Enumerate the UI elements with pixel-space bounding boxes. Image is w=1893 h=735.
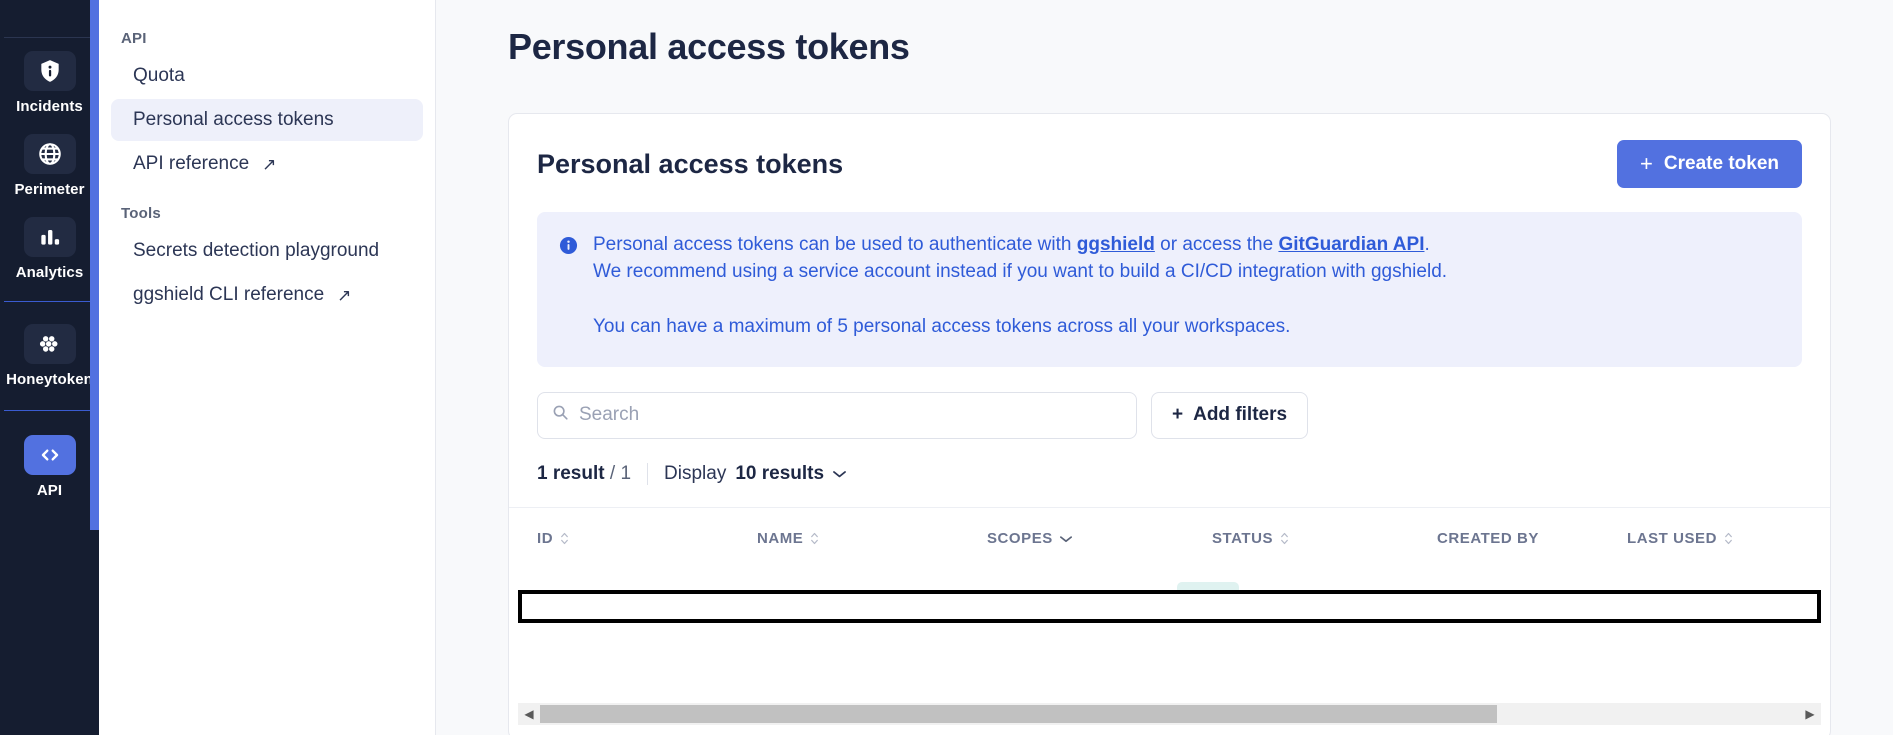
- result-count-separator: /: [609, 462, 616, 484]
- scrollbar-thumb[interactable]: [540, 705, 1497, 723]
- info-banner-body: Personal access tokens can be used to au…: [593, 232, 1447, 341]
- rail-item-incidents[interactable]: Incidents: [0, 38, 99, 121]
- table-header-last-used[interactable]: LAST USED: [1627, 530, 1797, 547]
- sort-icon[interactable]: [1280, 532, 1289, 545]
- shield-info-icon: [23, 51, 76, 91]
- info-banner-line-3: You can have a maximum of 5 personal acc…: [593, 315, 1291, 337]
- table-header-status[interactable]: STATUS: [1212, 530, 1437, 547]
- column-label: CREATED BY: [1437, 529, 1539, 547]
- result-page-total: 1: [620, 462, 632, 484]
- column-label: ID: [537, 529, 554, 547]
- rail-item-label: Perimeter: [14, 181, 85, 198]
- rail-accent-strip: [90, 0, 99, 530]
- banner-line1-suffix: .: [1424, 234, 1430, 255]
- sidebar-item-personal-access-tokens[interactable]: Personal access tokens: [111, 99, 423, 141]
- search-row: + Add filters: [537, 391, 1802, 439]
- results-divider: [647, 462, 649, 485]
- rail-item-analytics[interactable]: Analytics: [0, 204, 99, 287]
- external-link-icon: ↗: [337, 285, 352, 305]
- display-label: Display: [664, 462, 727, 484]
- ggshield-link[interactable]: ggshield: [1077, 234, 1155, 255]
- code-brackets-icon: [23, 435, 76, 475]
- sort-icon[interactable]: [560, 532, 569, 545]
- display-value: 10 results: [735, 462, 825, 484]
- sidebar-item-ggshield-cli-reference[interactable]: ggshield CLI reference ↗: [111, 274, 423, 316]
- create-token-button[interactable]: + Create token: [1617, 140, 1802, 188]
- sort-icon[interactable]: [810, 532, 819, 545]
- sidebar-item-label: Secrets detection playground: [133, 240, 380, 261]
- column-label: STATUS: [1212, 529, 1274, 547]
- column-label: NAME: [757, 529, 804, 547]
- plus-icon: +: [1172, 404, 1184, 426]
- search-icon: [552, 404, 569, 426]
- info-banner: Personal access tokens can be used to au…: [537, 212, 1802, 367]
- sidebar-item-label: Quota: [133, 65, 185, 86]
- display-results-dropdown[interactable]: Display 10 results: [664, 463, 846, 485]
- rail-item-honeytoken[interactable]: Honeytoken: [0, 302, 99, 394]
- plus-icon: +: [1640, 151, 1653, 176]
- result-count: 1 result / 1: [537, 463, 631, 485]
- info-banner-line-1: Personal access tokens can be used to au…: [593, 232, 1447, 259]
- sidebar-item-label: Personal access tokens: [133, 109, 334, 130]
- rail-item-label: Analytics: [15, 264, 84, 281]
- honeycomb-icon: [23, 324, 76, 364]
- create-token-label: Create token: [1663, 153, 1779, 174]
- table-row[interactable]: [518, 589, 1821, 623]
- horizontal-scrollbar[interactable]: ◀ ▶: [518, 703, 1821, 725]
- sort-icon[interactable]: [1724, 532, 1733, 545]
- chevron-down-icon: [833, 466, 846, 481]
- bar-chart-icon: [23, 217, 76, 257]
- add-filters-button[interactable]: + Add filters: [1151, 391, 1309, 439]
- chevron-down-icon[interactable]: [1059, 530, 1072, 547]
- rail-item-label: API: [36, 482, 63, 499]
- globe-icon: [23, 134, 76, 174]
- card-header: Personal access tokens + Create token: [537, 140, 1802, 188]
- rail-item-perimeter[interactable]: Perimeter: [0, 121, 99, 204]
- table-header-scopes[interactable]: SCOPES: [987, 530, 1212, 547]
- scroll-right-arrow-icon[interactable]: ▶: [1799, 707, 1821, 721]
- sidebar-item-label: API reference: [133, 153, 250, 174]
- gitguardian-api-link[interactable]: GitGuardian API: [1278, 234, 1424, 255]
- tokens-table: ID NAME SCOPES STATUS CREATED BY LAST US…: [509, 506, 1830, 707]
- info-banner-line-2: We recommend using a service account ins…: [593, 260, 1448, 282]
- card-title: Personal access tokens: [537, 148, 844, 179]
- table-header-created-by[interactable]: CREATED BY: [1437, 530, 1627, 547]
- rail-item-api[interactable]: API: [0, 411, 99, 505]
- page-title: Personal access tokens: [508, 26, 910, 67]
- search-box[interactable]: [537, 391, 1137, 439]
- primary-nav-rail: Incidents Perimeter Analytics Honeytoken…: [0, 0, 99, 735]
- search-input[interactable]: [579, 404, 1122, 427]
- scroll-left-arrow-icon[interactable]: ◀: [518, 707, 540, 721]
- table-header-name[interactable]: NAME: [757, 530, 987, 547]
- column-label: LAST USED: [1627, 529, 1717, 547]
- tokens-card: Personal access tokens + Create token Pe…: [508, 113, 1831, 735]
- sidebar-item-quota[interactable]: Quota: [111, 55, 423, 97]
- banner-spacer: [593, 286, 1447, 314]
- external-link-icon: ↗: [262, 154, 277, 174]
- sidebar-section-title-tools: Tools: [121, 205, 161, 222]
- table-header-row: ID NAME SCOPES STATUS CREATED BY LAST US…: [509, 508, 1830, 567]
- sidebar-section-title-api: API: [121, 30, 147, 47]
- app-root: Incidents Perimeter Analytics Honeytoken…: [0, 0, 1893, 735]
- result-count-value: 1 result: [537, 462, 605, 484]
- add-filters-label: Add filters: [1193, 404, 1288, 426]
- scrollbar-track[interactable]: [540, 703, 1799, 725]
- sidebar-item-secrets-detection-playground[interactable]: Secrets detection playground: [111, 230, 423, 272]
- rail-top-spacer: [0, 0, 99, 37]
- banner-line1-prefix: Personal access tokens can be used to au…: [593, 234, 1077, 255]
- rail-item-label: Honeytoken: [6, 371, 93, 388]
- table-header-id[interactable]: ID: [537, 530, 757, 547]
- rail-item-label: Incidents: [16, 98, 83, 115]
- main-content: Personal access tokens Personal access t…: [436, 0, 1893, 735]
- banner-line1-middle: or access the: [1154, 234, 1279, 255]
- results-bar: 1 result / 1 Display 10 results: [537, 462, 1802, 485]
- sidebar-item-label: ggshield CLI reference: [133, 284, 325, 305]
- column-label: SCOPES: [987, 529, 1053, 547]
- sidebar-item-api-reference[interactable]: API reference ↗: [111, 143, 423, 185]
- secondary-sidebar: API Quota Personal access tokens API ref…: [99, 0, 436, 735]
- info-icon: [559, 236, 578, 260]
